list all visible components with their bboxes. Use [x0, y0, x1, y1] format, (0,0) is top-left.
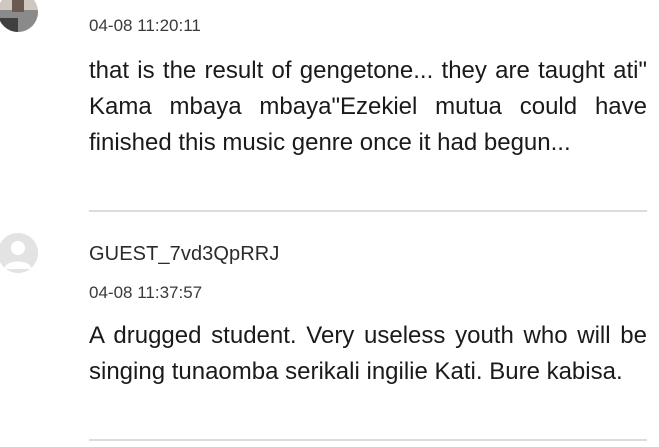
- comment-timestamp: 04-08 11:20:11: [89, 16, 201, 35]
- default-user-avatar-icon[interactable]: [0, 233, 38, 273]
- comment-body: GUEST_7vd3QpRRJ 04-08 11:37:57 A drugged…: [89, 242, 647, 390]
- photo-avatar-icon[interactable]: [0, 0, 38, 32]
- comment-body: 04-08 11:20:11 that is the result of gen…: [89, 12, 647, 161]
- comment-text: that is the result of gengetone... they …: [89, 57, 647, 156]
- comment-item: GUEST_7vd3QpRRJ 04-08 11:37:57 A drugged…: [0, 213, 659, 447]
- comment-timestamp: 04-08 11:37:57: [89, 283, 203, 302]
- comment-divider: [89, 210, 647, 212]
- comment-item: 04-08 11:20:11 that is the result of gen…: [0, 0, 659, 213]
- comment-list: 04-08 11:20:11 that is the result of gen…: [0, 0, 659, 447]
- comment-username[interactable]: GUEST_7vd3QpRRJ: [89, 242, 647, 266]
- comment-divider: [89, 439, 647, 441]
- comment-text: A drugged student. Very useless youth wh…: [89, 322, 647, 385]
